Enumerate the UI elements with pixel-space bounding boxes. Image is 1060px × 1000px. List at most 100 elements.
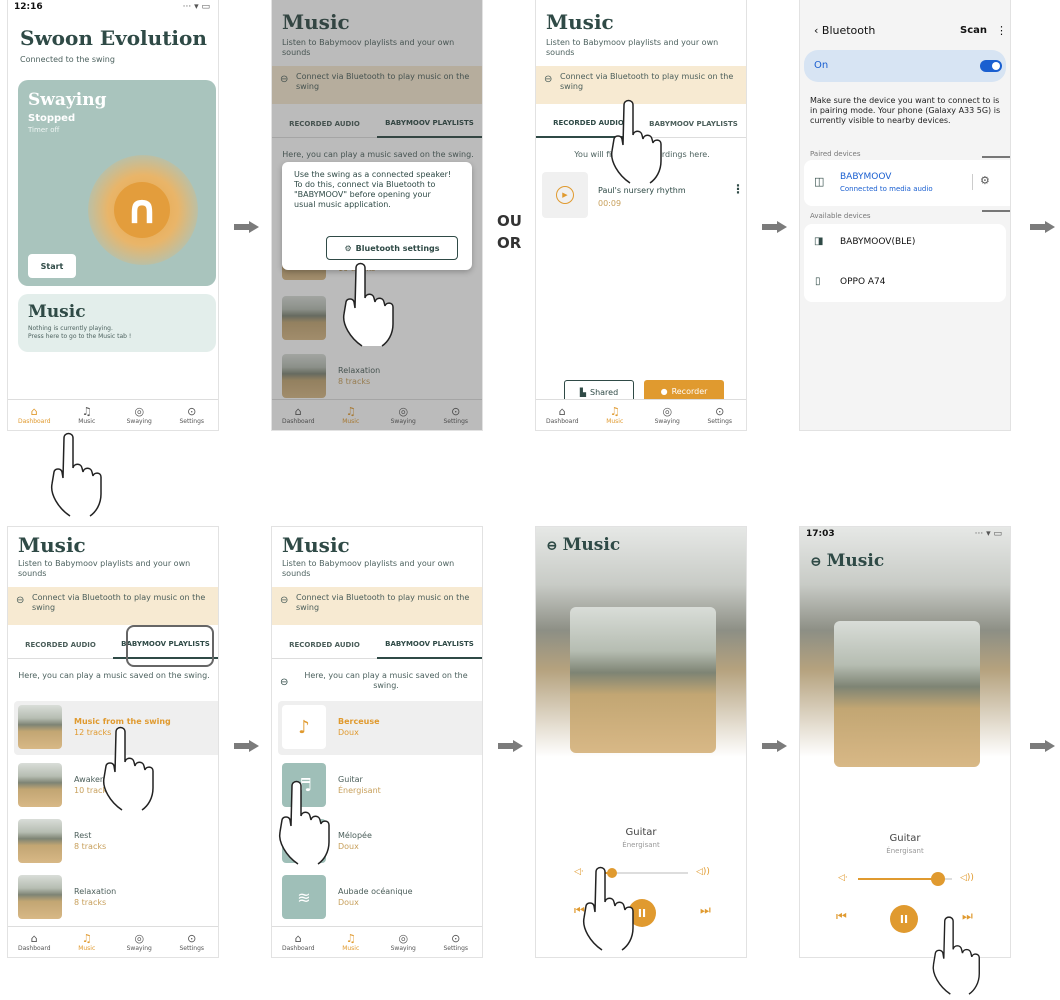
link-icon: ⊖ <box>16 595 25 606</box>
page-subtitle: Listen to Babymoov playlists and your ow… <box>546 38 719 57</box>
info-text: Here, you can play a music saved on the … <box>18 671 210 680</box>
flow-arrow-icon <box>762 221 788 233</box>
previous-track-icon[interactable]: ⏮ <box>836 909 847 924</box>
album-art <box>834 621 980 767</box>
home-icon: ⌂ <box>558 405 566 418</box>
list-item[interactable]: Rest 8 tracks <box>18 819 210 865</box>
list-item[interactable]: Relaxation 8 tracks <box>18 875 210 921</box>
settings-icon: ⊙ <box>187 932 197 945</box>
nav-music[interactable]: ♫ Music <box>591 405 639 425</box>
bluetooth-settings-button[interactable]: ⚙ Bluetooth settings <box>326 236 458 260</box>
nav-music[interactable]: ♫ Music <box>63 405 111 425</box>
nav-music[interactable]: ♫ Music <box>63 932 111 952</box>
swaying-card[interactable]: Swaying Stopped Timer off ∩ Start <box>18 80 216 286</box>
bottom-nav: ⌂ Dashboard ♫ Music ◎ Swaying ⊙ Settings <box>536 399 746 430</box>
more-options-icon[interactable]: ⋮ <box>996 24 1007 37</box>
player-header[interactable]: ⊖ Music <box>810 551 884 571</box>
bluetooth-banner[interactable]: ⊖ Connect via Bluetooth to play music on … <box>8 587 218 625</box>
volume-slider[interactable] <box>858 872 952 886</box>
highlight-frame <box>982 156 1010 212</box>
nav-settings[interactable]: ⊙ Settings <box>168 405 216 425</box>
volume-thumb[interactable] <box>930 872 945 886</box>
nav-music[interactable]: ♫ Music <box>327 932 375 952</box>
music-note-icon: ♫ <box>81 932 92 945</box>
nav-settings[interactable]: ⊙ Settings <box>168 932 216 952</box>
nav-dashboard[interactable]: ⌂ Dashboard <box>538 405 586 425</box>
volume-high-icon: ◁)) <box>960 873 974 883</box>
tab-recorded-audio[interactable]: RECORDED AUDIO <box>272 631 377 659</box>
chevron-left-icon: ‹ <box>814 24 822 37</box>
player-header[interactable]: ⊖ Music <box>546 535 620 555</box>
play-icon: ▶ <box>556 186 574 204</box>
nav-dashboard[interactable]: ⌂ Dashboard <box>10 932 58 952</box>
more-options-icon[interactable]: ⋮ <box>732 183 744 195</box>
flow-arrow-icon <box>498 740 524 752</box>
status-icons: ··· ▾ ▭ <box>182 2 210 12</box>
recording-name: Paul's nursery rhythm <box>598 186 686 195</box>
next-track-icon[interactable]: ⏭ <box>700 903 711 918</box>
tap-hand-icon <box>332 258 402 348</box>
link-icon: ⊖ <box>544 74 553 85</box>
song-mood: Énergisant <box>622 841 660 849</box>
waves-icon: ≋ <box>282 875 326 919</box>
berceuse-icon: ♪ <box>282 705 326 749</box>
nav-swaying[interactable]: ◎ Swaying <box>379 932 427 952</box>
list-item[interactable]: ♪ Berceuse Doux <box>282 705 474 751</box>
recording-thumbnail[interactable]: ▶ <box>542 172 588 218</box>
back-arrow-icon: ⊖ <box>546 538 563 554</box>
nav-settings[interactable]: ⊙ Settings <box>432 932 480 952</box>
swing-logo-icon: ∩ <box>114 182 170 238</box>
scan-button[interactable]: Scan <box>960 25 987 36</box>
tab-recorded-audio[interactable]: RECORDED AUDIO <box>8 631 113 659</box>
bluetooth-state: On <box>814 60 829 71</box>
music-note-icon: ♫ <box>345 932 356 945</box>
page-title: Music <box>18 533 86 557</box>
tap-hand-icon <box>600 95 670 185</box>
playlist-thumbnail <box>18 705 62 749</box>
music-card[interactable]: Music Nothing is currently playing. Pres… <box>18 294 216 352</box>
music-card-line1: Nothing is currently playing. <box>28 325 113 332</box>
flow-arrow-icon <box>1030 221 1056 233</box>
screen-player-volume: 17:03 ··· ▾ ▭ ⊖ Music Guitar Énergisant ◁… <box>800 527 1010 957</box>
file-icon: ▙ <box>579 387 586 397</box>
nav-dashboard[interactable]: ⌂ Dashboard <box>274 932 322 952</box>
home-icon: ⌂ <box>30 405 38 418</box>
tap-hand-icon <box>40 428 110 518</box>
flow-arrow-icon <box>762 740 788 752</box>
pairing-info: Make sure the device you want to connect… <box>810 96 1001 125</box>
tap-hand-icon <box>572 862 642 952</box>
bottom-nav: ⌂ Dashboard ♫ Music ◎ Swaying ⊙ Settings <box>8 399 218 430</box>
nav-swaying[interactable]: ◎ Swaying <box>643 405 691 425</box>
tab-babymoov-playlists[interactable]: BABYMOOV PLAYLISTS <box>377 631 482 659</box>
page-subtitle: Listen to Babymoov playlists and your ow… <box>282 559 455 578</box>
nav-swaying[interactable]: ◎ Swaying <box>115 405 163 425</box>
back-arrow-icon[interactable]: ⊖ <box>280 677 288 688</box>
start-button[interactable]: Start <box>28 254 76 278</box>
available-devices-header: Available devices <box>810 212 871 220</box>
link-icon: ⊖ <box>280 595 289 606</box>
bluetooth-toggle-row[interactable]: On <box>804 50 1006 82</box>
nav-swaying[interactable]: ◎ Swaying <box>115 932 163 952</box>
tap-hand-icon <box>920 912 990 996</box>
home-icon: ⌂ <box>294 932 302 945</box>
laptop-icon: ◨ <box>814 236 824 247</box>
screen-playlist-tracks: Music Listen to Babymoov playlists and y… <box>272 527 482 957</box>
nav-dashboard[interactable]: ⌂ Dashboard <box>10 405 58 425</box>
settings-icon: ⊙ <box>187 405 197 418</box>
popup-text: Use the swing as a connected speaker! To… <box>294 170 452 209</box>
available-device[interactable]: OPPO A74 <box>840 277 886 287</box>
or-separator: OU OR <box>497 212 522 252</box>
bluetooth-switch[interactable] <box>980 60 1002 72</box>
list-item[interactable]: ≋ Aubade océanique Doux <box>282 875 474 921</box>
bottom-nav: ⌂ Dashboard ♫ Music ◎ Swaying ⊙ Settings <box>8 926 218 957</box>
paired-device-item[interactable]: ◫ BABYMOOV Connected to media audio ⚙ <box>804 160 1010 206</box>
song-mood: Énergisant <box>886 847 924 855</box>
back-button[interactable]: ‹ Bluetooth <box>814 24 875 37</box>
nav-settings[interactable]: ⊙ Settings <box>696 405 744 425</box>
pause-button[interactable]: II <box>890 905 918 933</box>
song-title: Guitar <box>889 833 921 844</box>
music-note-icon: ♫ <box>81 405 92 418</box>
swing-icon: ◎ <box>134 405 145 418</box>
bluetooth-banner[interactable]: ⊖ Connect via Bluetooth to play music on … <box>272 587 482 625</box>
available-device[interactable]: BABYMOOV(BLE) <box>840 237 915 247</box>
